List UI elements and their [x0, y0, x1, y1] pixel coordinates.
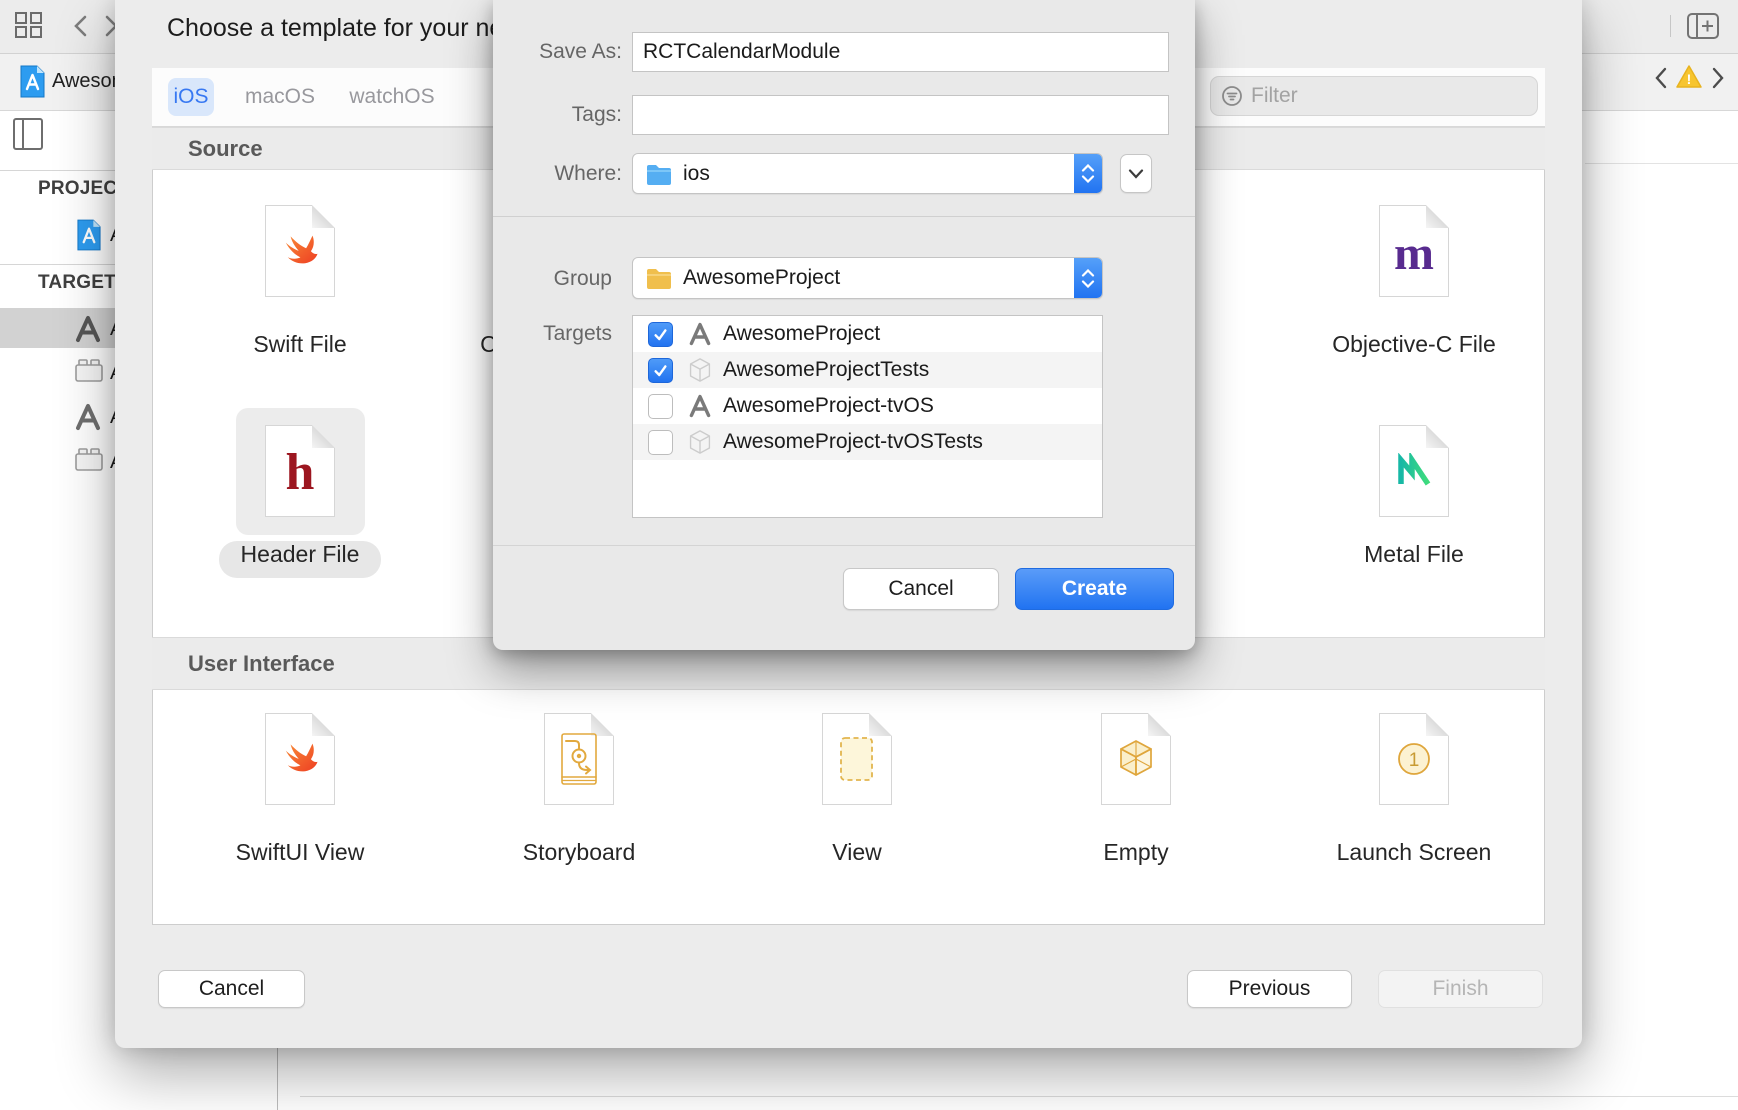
filter-placeholder: Filter [1251, 84, 1298, 108]
template-label: Metal File [1294, 541, 1534, 568]
group-label: Group [493, 267, 612, 291]
target-checkbox[interactable] [648, 430, 673, 455]
toolbar-separator [1670, 15, 1671, 37]
template-swift-file[interactable]: Swift File [180, 205, 420, 358]
editor-background [1585, 110, 1738, 1110]
template-objective-c-file[interactable]: m Objective-C File [1294, 205, 1534, 358]
app-target-icon [74, 314, 102, 349]
header-file-icon: h [265, 425, 335, 517]
tags-input[interactable] [632, 95, 1169, 135]
filter-input[interactable]: Filter [1210, 76, 1538, 116]
xcode-project-icon [76, 218, 102, 257]
overview-grid-icon[interactable] [15, 12, 43, 44]
template-empty[interactable]: Empty [1016, 713, 1256, 866]
save-as-input[interactable] [632, 32, 1169, 72]
group-stepper[interactable] [1074, 258, 1102, 298]
where-stepper[interactable] [1074, 154, 1102, 193]
template-label: Swift File [180, 331, 420, 358]
app-target-icon [74, 402, 102, 437]
svg-text:!: ! [1687, 71, 1692, 87]
previous-button[interactable]: Previous [1187, 970, 1352, 1008]
sheet-cancel-button[interactable]: Cancel [843, 568, 999, 610]
folder-yellow-icon [645, 267, 673, 289]
template-storyboard[interactable]: Storyboard [459, 713, 699, 866]
tab-macos[interactable]: macOS [240, 78, 320, 116]
navigator-pane-divider[interactable] [277, 1048, 278, 1110]
group-value: AwesomeProject [683, 266, 840, 290]
empty-cube-icon [1101, 713, 1171, 805]
template-label: Header File [180, 541, 420, 568]
dialog-cancel-button[interactable]: Cancel [158, 970, 305, 1008]
target-checkbox[interactable] [648, 394, 673, 419]
target-row[interactable]: AwesomeProject [633, 316, 1102, 352]
test-bundle-brick-icon [74, 447, 104, 478]
template-label: Objective-C File [1294, 331, 1534, 358]
metal-file-icon [1379, 425, 1449, 517]
launch-screen-icon: 1 [1379, 713, 1449, 805]
target-row[interactable]: AwesomeProjectTests [633, 352, 1102, 388]
view-icon [822, 713, 892, 805]
finish-button[interactable]: Finish [1378, 970, 1543, 1008]
where-popup[interactable]: ios [632, 153, 1103, 194]
target-row[interactable]: AwesomeProject-tvOS [633, 388, 1102, 424]
filter-icon [1221, 85, 1243, 107]
add-editor-icon[interactable] [1687, 13, 1719, 44]
svg-text:1: 1 [1409, 750, 1420, 771]
editor-divider [1585, 163, 1738, 164]
where-value: ios [683, 162, 710, 186]
sheet-divider [493, 216, 1195, 217]
template-view[interactable]: View [737, 713, 977, 866]
targets-list: AwesomeProject AwesomeProjectTests Aweso… [632, 315, 1103, 518]
app-target-icon [685, 321, 715, 347]
swift-file-icon [265, 205, 335, 297]
target-row[interactable]: AwesomeProject-tvOSTests [633, 424, 1102, 460]
template-label: Launch Screen [1294, 839, 1534, 866]
screen: AwesomeProject ! PROJECT [0, 0, 1738, 1110]
template-label: SwiftUI View [180, 839, 420, 866]
template-label: View [737, 839, 977, 866]
target-checkbox[interactable] [648, 358, 673, 383]
jumpbar-forward-icon[interactable] [1710, 67, 1726, 94]
sidebar-toggle-icon[interactable] [13, 118, 43, 155]
sheet-footer-divider [493, 545, 1195, 546]
warning-triangle-icon[interactable]: ! [1675, 64, 1703, 95]
swiftui-view-icon [265, 713, 335, 805]
test-bundle-icon [685, 429, 715, 455]
target-checkbox[interactable] [648, 322, 673, 347]
storyboard-icon [544, 713, 614, 805]
group-popup[interactable]: AwesomeProject [632, 257, 1103, 299]
tab-watchos[interactable]: watchOS [344, 78, 440, 116]
targets-label: Targets [493, 322, 612, 346]
folder-blue-icon [645, 163, 673, 185]
test-bundle-icon [685, 357, 715, 383]
template-label: Empty [1016, 839, 1256, 866]
template-swiftui-view[interactable]: SwiftUI View [180, 713, 420, 866]
xcode-project-icon [19, 64, 46, 104]
bottom-pane-divider [300, 1096, 1738, 1097]
template-label: Storyboard [459, 839, 699, 866]
objective-c-file-icon: m [1379, 205, 1449, 297]
template-metal-file[interactable]: Metal File [1294, 425, 1534, 568]
template-header-file[interactable]: h Header File [180, 425, 420, 568]
jumpbar-back-icon[interactable] [1653, 67, 1669, 94]
back-chevron-icon[interactable] [70, 14, 90, 43]
tab-ios[interactable]: iOS [168, 78, 214, 116]
create-button[interactable]: Create [1015, 568, 1174, 610]
template-launch-screen[interactable]: 1 Launch Screen [1294, 713, 1534, 866]
expand-sheet-button[interactable] [1120, 154, 1152, 193]
test-bundle-brick-icon [74, 358, 104, 389]
app-target-icon [685, 393, 715, 419]
save-as-label: Save As: [493, 40, 622, 64]
tags-label: Tags: [493, 103, 622, 127]
where-label: Where: [493, 162, 622, 186]
